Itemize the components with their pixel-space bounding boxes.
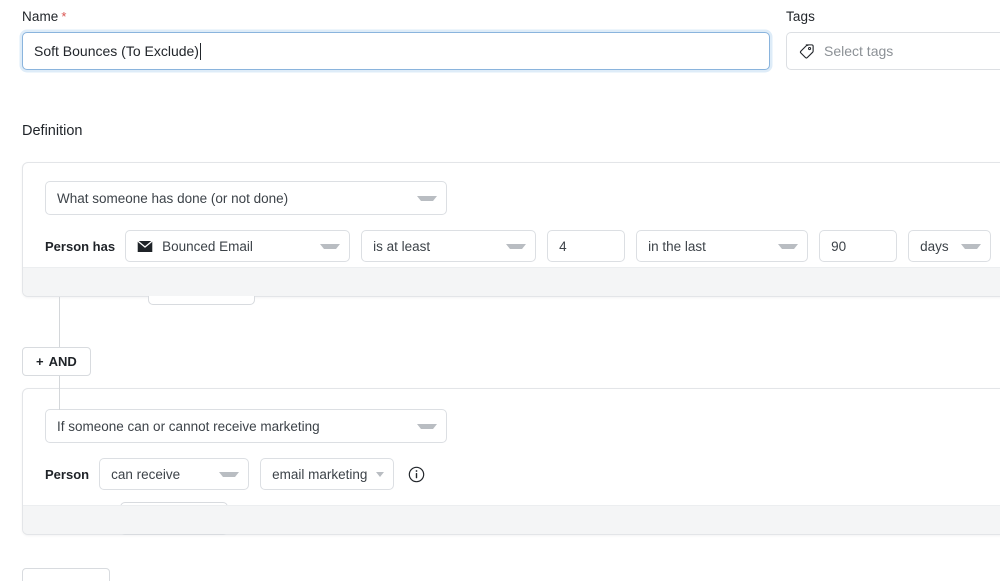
text-caret <box>200 43 201 60</box>
name-input-value: Soft Bounces (To Exclude) <box>34 43 199 59</box>
channel-select-value: email marketing <box>272 467 370 482</box>
name-input[interactable]: Soft Bounces (To Exclude) <box>22 32 770 70</box>
definition-heading: Definition <box>22 123 82 139</box>
condition-card-2: If someone can or cannot receive marketi… <box>22 388 1000 535</box>
condition-row-1: Person has Bounced Email is at least <box>45 230 1000 262</box>
consent-select[interactable]: can receive <box>99 458 249 490</box>
condition-row-2-label: Person <box>45 467 89 482</box>
required-asterisk: * <box>61 9 66 24</box>
metric-select-value: Bounced Email <box>162 239 320 254</box>
timeframe-select[interactable]: in the last <box>636 230 808 262</box>
and-button-label: AND <box>49 354 77 369</box>
chevron-down-icon <box>320 244 340 249</box>
condition-card-2-footer <box>23 505 1000 534</box>
operator-select-value: is at least <box>373 239 506 254</box>
metric-select[interactable]: Bounced Email <box>125 230 350 262</box>
condition-type-select-2-value: If someone can or cannot receive marketi… <box>57 419 417 434</box>
condition-row-1-label: Person has <box>45 239 115 254</box>
name-label: Name* <box>22 9 770 24</box>
and-connector-bottom <box>59 376 60 410</box>
condition-card-1-footer <box>23 267 1000 296</box>
and-button-next[interactable] <box>22 568 110 581</box>
unit-select-value: days <box>920 239 961 254</box>
bounced-email-icon <box>137 240 153 253</box>
condition-type-select-2[interactable]: If someone can or cannot receive marketi… <box>45 409 447 443</box>
and-connector-top <box>59 297 60 347</box>
tags-placeholder: Select tags <box>824 43 893 59</box>
tags-field-group: Tags Select tags <box>786 9 1000 70</box>
tags-label: Tags <box>786 9 1000 24</box>
duration-input[interactable]: 90 <box>819 230 897 262</box>
tags-input[interactable]: Select tags <box>786 32 1000 70</box>
unit-select[interactable]: days <box>908 230 991 262</box>
operator-select[interactable]: is at least <box>361 230 536 262</box>
condition-card-1: What someone has done (or not done) Pers… <box>22 162 1000 297</box>
consent-select-value: can receive <box>111 467 219 482</box>
timeframe-select-value: in the last <box>648 239 778 254</box>
chevron-down-icon <box>376 472 384 477</box>
chevron-down-icon <box>778 244 798 249</box>
channel-select[interactable]: email marketing <box>260 458 394 490</box>
chevron-down-icon <box>219 472 239 477</box>
count-input[interactable]: 4 <box>547 230 625 262</box>
chevron-down-icon <box>417 196 437 201</box>
chevron-down-icon <box>506 244 526 249</box>
condition-row-2: Person can receive email marketing <box>45 458 1000 490</box>
condition-type-select-1[interactable]: What someone has done (or not done) <box>45 181 447 215</box>
and-button-prefix: + <box>36 354 44 369</box>
name-field-group: Name* Soft Bounces (To Exclude) <box>22 9 770 70</box>
tag-icon <box>798 43 815 60</box>
and-button[interactable]: + AND <box>22 347 91 376</box>
chevron-down-icon <box>417 424 437 429</box>
chevron-down-icon <box>961 244 981 249</box>
condition-type-select-1-value: What someone has done (or not done) <box>57 191 417 206</box>
segment-builder-page: Name* Soft Bounces (To Exclude) Tags Sel… <box>0 0 1000 581</box>
duration-input-value: 90 <box>831 239 846 254</box>
count-input-value: 4 <box>559 239 567 254</box>
info-icon[interactable] <box>408 466 425 483</box>
